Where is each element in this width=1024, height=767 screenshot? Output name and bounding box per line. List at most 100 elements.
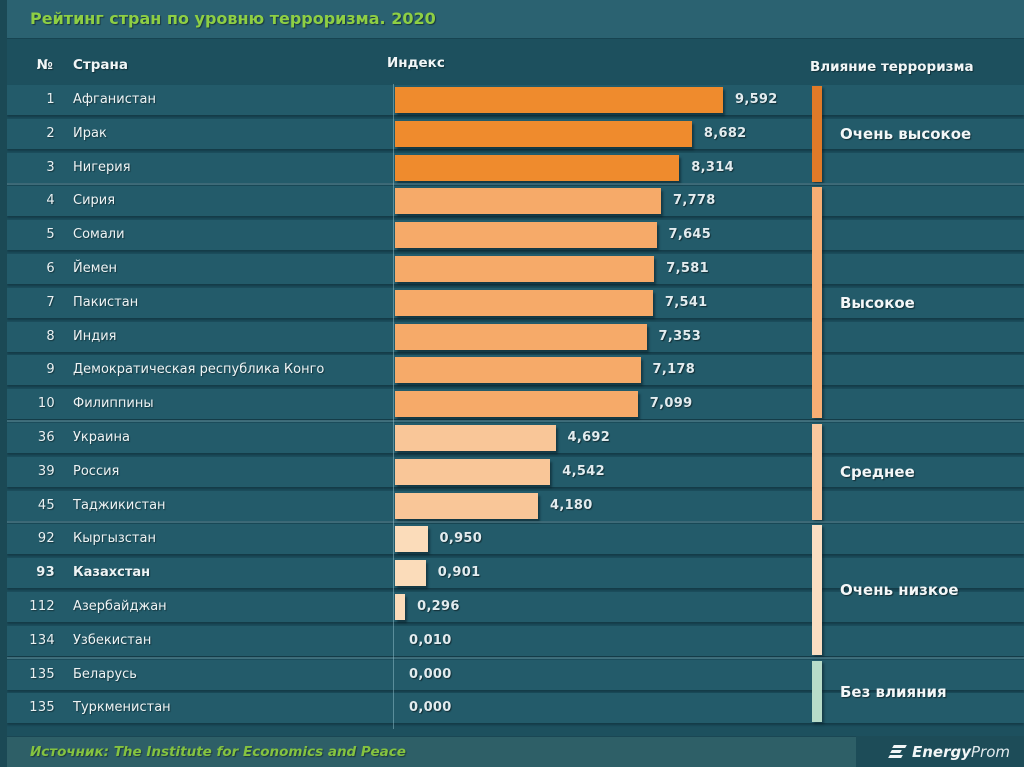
index-bar [395, 154, 680, 181]
logo-energy: Energy [911, 742, 971, 761]
chart-rows-area: 1 Афганистан 9,592 2 Ирак 8,682 3 Нигерия 8,314 4… [7, 0, 1024, 767]
row-rank: 93 [36, 565, 55, 581]
row-country: Казахстан [73, 565, 151, 581]
index-bar [395, 526, 428, 553]
row-value: 4,692 [567, 430, 611, 445]
group-separator [7, 521, 1024, 524]
row-value: 9,592 [735, 92, 778, 107]
index-bar [395, 87, 723, 113]
source-note: Источник: The Institute for Economics an… [30, 744, 406, 760]
row-rank: 10 [37, 396, 55, 412]
row-rank: 3 [46, 159, 55, 175]
index-bar [395, 391, 638, 418]
row-country: Туркменистан [73, 700, 171, 716]
table-row: 92 Кыргызстан 0,950 [7, 524, 1024, 555]
row-rank: 1 [46, 92, 55, 107]
impact-indicator [812, 187, 822, 419]
index-bar [395, 323, 647, 350]
group-separator [7, 420, 1024, 422]
table-row: 3 Нигерия 8,314 [7, 152, 1024, 183]
row-value: 7,581 [666, 261, 709, 276]
index-bar [395, 425, 556, 451]
row-country: Демократическая республика Конго [73, 362, 325, 378]
row-value: 0,000 [409, 666, 452, 682]
row-country: Россия [73, 463, 120, 479]
index-bar [395, 357, 641, 384]
row-country: Узбекистан [73, 632, 152, 648]
table-row: 8 Индия 7,353 [7, 321, 1024, 352]
logo-prom: Prom [970, 742, 1010, 761]
row-rank: 112 [29, 599, 55, 614]
row-country: Сомали [73, 227, 125, 243]
table-row: 10 Филиппины 7,099 [7, 389, 1024, 420]
row-value: 8,682 [703, 125, 747, 141]
row-value: 7,645 [668, 227, 712, 243]
row-country: Беларусь [73, 666, 137, 682]
group-separator [7, 183, 1024, 186]
row-value: 0,950 [439, 531, 483, 547]
row-country: Украина [73, 430, 130, 445]
impact-group-label: Без влияния [840, 682, 947, 701]
table-row: 4 Сирия 7,778 [7, 186, 1024, 217]
impact-group-label: Очень низкое [840, 581, 959, 600]
impact-indicator [812, 424, 822, 520]
row-value: 7,778 [673, 193, 716, 209]
index-bar [395, 256, 655, 282]
row-value: 7,353 [658, 328, 702, 344]
row-country: Афганистан [73, 92, 156, 107]
table-row: 6 Йемен 7,581 [7, 254, 1024, 284]
row-value: 4,180 [550, 497, 593, 513]
index-bar [395, 222, 657, 249]
row-country: Нигерия [73, 159, 131, 175]
index-bar [395, 188, 661, 215]
row-country: Филиппины [73, 396, 154, 412]
row-value: 4,542 [562, 463, 605, 479]
logo-container: EnergyProm [856, 736, 1024, 767]
footer-strip: Источник: The Institute for Economics an… [7, 736, 1024, 767]
row-rank: 9 [46, 362, 55, 378]
index-bar [395, 458, 551, 485]
row-country: Ирак [73, 125, 107, 141]
row-country: Таджикистан [73, 497, 166, 513]
impact-indicator [812, 86, 822, 182]
index-bar [395, 289, 653, 316]
index-bar [395, 120, 692, 147]
table-row: 5 Сомали 7,645 [7, 220, 1024, 251]
row-rank: 36 [37, 430, 55, 445]
energyprom-logo-text: EnergyProm [912, 743, 1010, 761]
row-rank: 6 [46, 261, 55, 276]
index-bar [395, 492, 538, 519]
table-row: 134 Узбекистан 0,010 [7, 625, 1024, 656]
row-rank: 45 [37, 497, 55, 513]
column-divider-line [393, 84, 394, 729]
row-country: Сирия [73, 193, 116, 209]
row-rank: 5 [46, 227, 55, 243]
row-value: 0,000 [409, 700, 452, 716]
row-rank: 135 [29, 666, 55, 682]
row-rank: 7 [46, 294, 55, 310]
impact-group-label: Очень высокое [840, 124, 972, 143]
row-country: Кыргызстан [73, 531, 156, 547]
row-rank: 134 [29, 632, 55, 648]
row-value: 8,314 [691, 159, 734, 175]
row-country: Йемен [73, 261, 118, 276]
row-rank: 135 [29, 700, 55, 716]
row-rank: 4 [46, 193, 55, 209]
terrorism-ranking-chart: Рейтинг стран по уровню терроризма. 2020… [0, 0, 1024, 767]
row-country: Азербайджан [73, 599, 167, 614]
row-rank: 39 [37, 463, 55, 479]
row-value: 0,010 [409, 632, 452, 648]
table-row: 36 Украина 4,692 [7, 423, 1024, 453]
row-rank: 8 [46, 328, 55, 344]
impact-indicator [812, 525, 822, 655]
row-value: 0,901 [437, 565, 481, 581]
impact-indicator [812, 660, 822, 723]
energyprom-logo-icon [888, 745, 907, 758]
row-value: 7,541 [664, 294, 708, 310]
row-country: Индия [73, 328, 117, 344]
index-bar [395, 560, 426, 587]
row-value: 7,178 [652, 362, 696, 378]
index-bar [395, 594, 406, 620]
impact-group-label: Высокое [840, 293, 915, 312]
table-row: 1 Афганистан 9,592 [7, 85, 1024, 115]
